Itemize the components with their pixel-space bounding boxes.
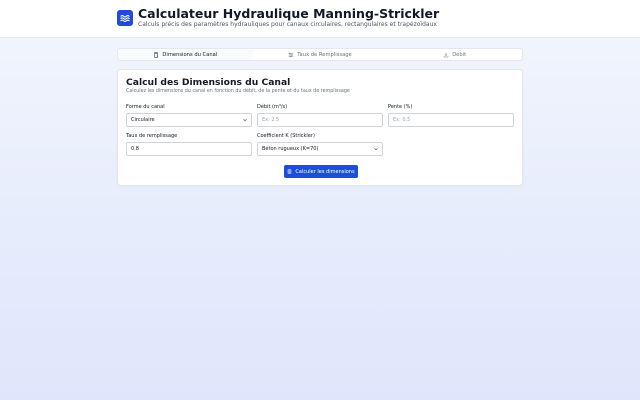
tab-label: Taux de Remplissage [297,51,352,58]
fill-label: Taux de remplissage [126,133,178,139]
strickler-value: Béton rugueux (K=70) [262,146,319,152]
tab-flow[interactable]: Débit [387,49,522,60]
flow-input[interactable]: Ex: 2.5 [257,113,383,127]
calculate-button-label: Calculer les dimensions [295,168,355,175]
calculator-icon [154,51,159,58]
slope-placeholder: Ex: 0.5 [393,117,411,123]
shape-label: Forme du canal [126,104,165,110]
app-subtitle: Calculs précis des paramètres hydrauliqu… [138,21,437,28]
card-title: Calcul des Dimensions du Canal [126,77,291,88]
flow-placeholder: Ex: 2.5 [262,117,280,123]
waves-icon [117,10,133,26]
sliders-icon [289,52,294,57]
shape-select[interactable]: Circulaire [126,113,252,127]
strickler-label: Coefficient K (Strickler) [257,133,315,139]
calculation-card: Calcul des Dimensions du Canal Calculez … [117,69,523,186]
fill-value: 0.8 [131,146,139,152]
download-icon [443,52,449,57]
app-header: Calculateur Hydraulique Manning-Strickle… [0,0,640,38]
card-description: Calculez les dimensions du canal en fonc… [126,89,350,94]
tab-label: Débit [452,51,467,58]
app-title: Calculateur Hydraulique Manning-Strickle… [138,6,440,21]
strickler-select[interactable]: Béton rugueux (K=70) [257,142,383,156]
shape-value: Circulaire [131,117,155,123]
slope-input[interactable]: Ex: 0.5 [388,113,514,127]
tab-label: Dimensions du Canal [162,51,218,58]
tab-bar: Dimensions du Canal Taux de Remplissage … [117,48,523,61]
chevron-down-icon [243,119,247,122]
chevron-down-icon [374,148,378,151]
flow-label: Débit (m³/s) [257,104,288,110]
slope-label: Pente (%) [388,104,413,110]
calculator-icon [288,169,292,174]
fill-input[interactable]: 0.8 [126,142,252,156]
tab-fill-rate[interactable]: Taux de Remplissage [253,49,388,60]
tab-dimensions[interactable]: Dimensions du Canal [118,49,253,60]
calculate-button[interactable]: Calculer les dimensions [284,165,358,178]
